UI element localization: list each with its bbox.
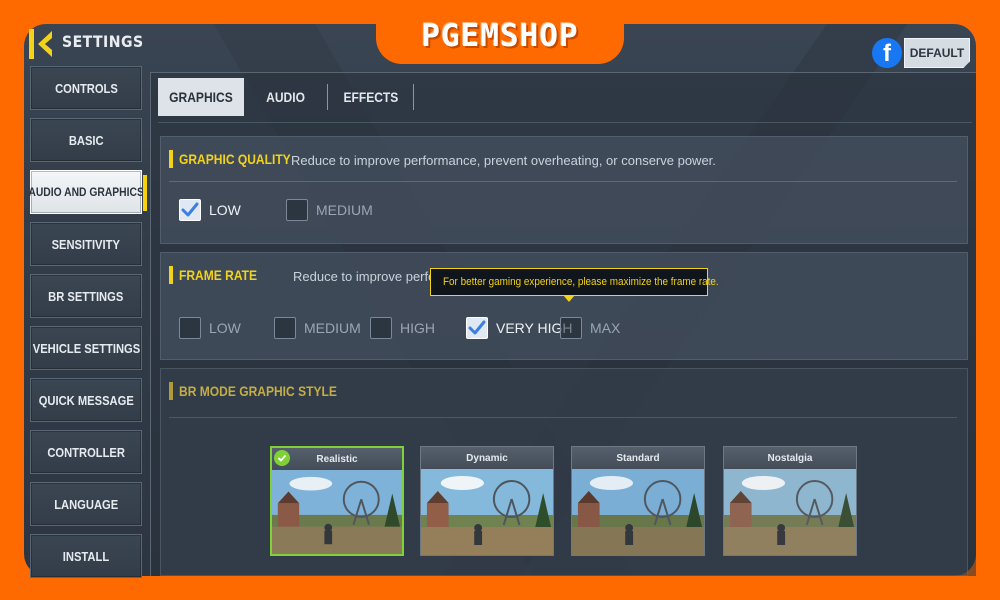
style-card-label: Standard bbox=[572, 447, 704, 469]
style-card-label: Dynamic bbox=[421, 447, 553, 469]
sidebar-item-audio-and-graphics[interactable]: AUDIO AND GRAPHICS bbox=[28, 170, 147, 214]
frame-rate-option-medium[interactable]: MEDIUM bbox=[274, 317, 361, 339]
facebook-letter: f bbox=[883, 40, 891, 67]
checkbox[interactable] bbox=[370, 317, 392, 339]
frame-rate-option-low[interactable]: LOW bbox=[179, 317, 241, 339]
br-mode-style-title: BR MODE GRAPHIC STYLE bbox=[179, 383, 337, 399]
back-arrow-icon[interactable] bbox=[28, 28, 54, 60]
default-button[interactable]: DEFAULT bbox=[904, 38, 970, 68]
sidebar-item-vehicle-settings[interactable]: VEHICLE SETTINGS bbox=[30, 326, 142, 370]
checkbox[interactable] bbox=[179, 317, 201, 339]
frame-rate-option-very-high[interactable]: VERY HIGH bbox=[466, 317, 573, 339]
facebook-icon[interactable]: f bbox=[872, 38, 902, 68]
graphic-quality-option-medium[interactable]: MEDIUM bbox=[286, 199, 373, 221]
frame-rate-description: Reduce to improve perform bbox=[293, 269, 451, 284]
style-card-realistic[interactable]: Realistic bbox=[270, 446, 404, 556]
sidebar-item-controls[interactable]: CONTROLS bbox=[30, 66, 142, 110]
checkbox-checked[interactable] bbox=[179, 199, 201, 221]
style-card-label: Realistic bbox=[272, 448, 402, 470]
section-divider bbox=[169, 417, 957, 418]
style-card-label: Nostalgia bbox=[724, 447, 856, 469]
tab-divider bbox=[158, 122, 972, 123]
section-divider bbox=[169, 181, 957, 182]
checkbox-checked[interactable] bbox=[466, 317, 488, 339]
frame-rate-title: FRAME RATE bbox=[179, 267, 258, 283]
frame-rate-option-high[interactable]: HIGH bbox=[370, 317, 435, 339]
style-preview-image bbox=[724, 469, 856, 555]
style-preview-image bbox=[572, 469, 704, 555]
graphic-quality-section: GRAPHIC QUALITY Reduce to improve perfor… bbox=[160, 136, 968, 244]
checkbox[interactable] bbox=[274, 317, 296, 339]
tooltip-caret-icon bbox=[563, 295, 575, 302]
graphic-quality-option-low[interactable]: LOW bbox=[179, 199, 241, 221]
brand-logo-text: PGEMSHOP bbox=[421, 18, 579, 54]
section-accent-bar bbox=[169, 382, 173, 400]
graphic-quality-description: Reduce to improve performance, prevent o… bbox=[291, 153, 716, 168]
tab-graphics[interactable]: GRAPHICS bbox=[158, 78, 244, 116]
graphic-quality-title: GRAPHIC QUALITY bbox=[179, 151, 291, 167]
section-accent-bar bbox=[169, 266, 173, 284]
style-card-dynamic[interactable]: Dynamic bbox=[420, 446, 554, 556]
sidebar-item-install[interactable]: INSTALL bbox=[30, 534, 142, 578]
settings-sidebar: CONTROLS BASIC AUDIO AND GRAPHICS SENSIT… bbox=[28, 66, 147, 586]
style-card-standard[interactable]: Standard bbox=[571, 446, 705, 556]
sidebar-item-quick-message[interactable]: QUICK MESSAGE bbox=[30, 378, 142, 422]
sidebar-item-br-settings[interactable]: BR SETTINGS bbox=[30, 274, 142, 318]
section-accent-bar bbox=[169, 150, 173, 168]
brand-logo: PGEMSHOP bbox=[376, 8, 624, 64]
style-preview-image bbox=[272, 470, 402, 554]
checkbox[interactable] bbox=[286, 199, 308, 221]
checkbox[interactable] bbox=[560, 317, 582, 339]
frame-rate-tooltip: For better gaming experience, please max… bbox=[430, 268, 719, 296]
tab-effects[interactable]: EFFECTS bbox=[328, 78, 414, 116]
sidebar-item-language[interactable]: LANGUAGE bbox=[30, 482, 142, 526]
sidebar-item-controller[interactable]: CONTROLLER bbox=[30, 430, 142, 474]
frame-rate-option-max[interactable]: MAX bbox=[560, 317, 620, 339]
selected-check-icon bbox=[274, 450, 290, 466]
style-card-nostalgia[interactable]: Nostalgia bbox=[723, 446, 857, 556]
tab-audio[interactable]: AUDIO bbox=[244, 78, 328, 116]
page-title: SETTINGS bbox=[62, 32, 144, 51]
sidebar-item-basic[interactable]: BASIC bbox=[30, 118, 142, 162]
style-preview-image bbox=[421, 469, 553, 555]
tab-bar: GRAPHICS AUDIO EFFECTS bbox=[158, 78, 414, 116]
sidebar-item-sensitivity[interactable]: SENSITIVITY bbox=[30, 222, 142, 266]
